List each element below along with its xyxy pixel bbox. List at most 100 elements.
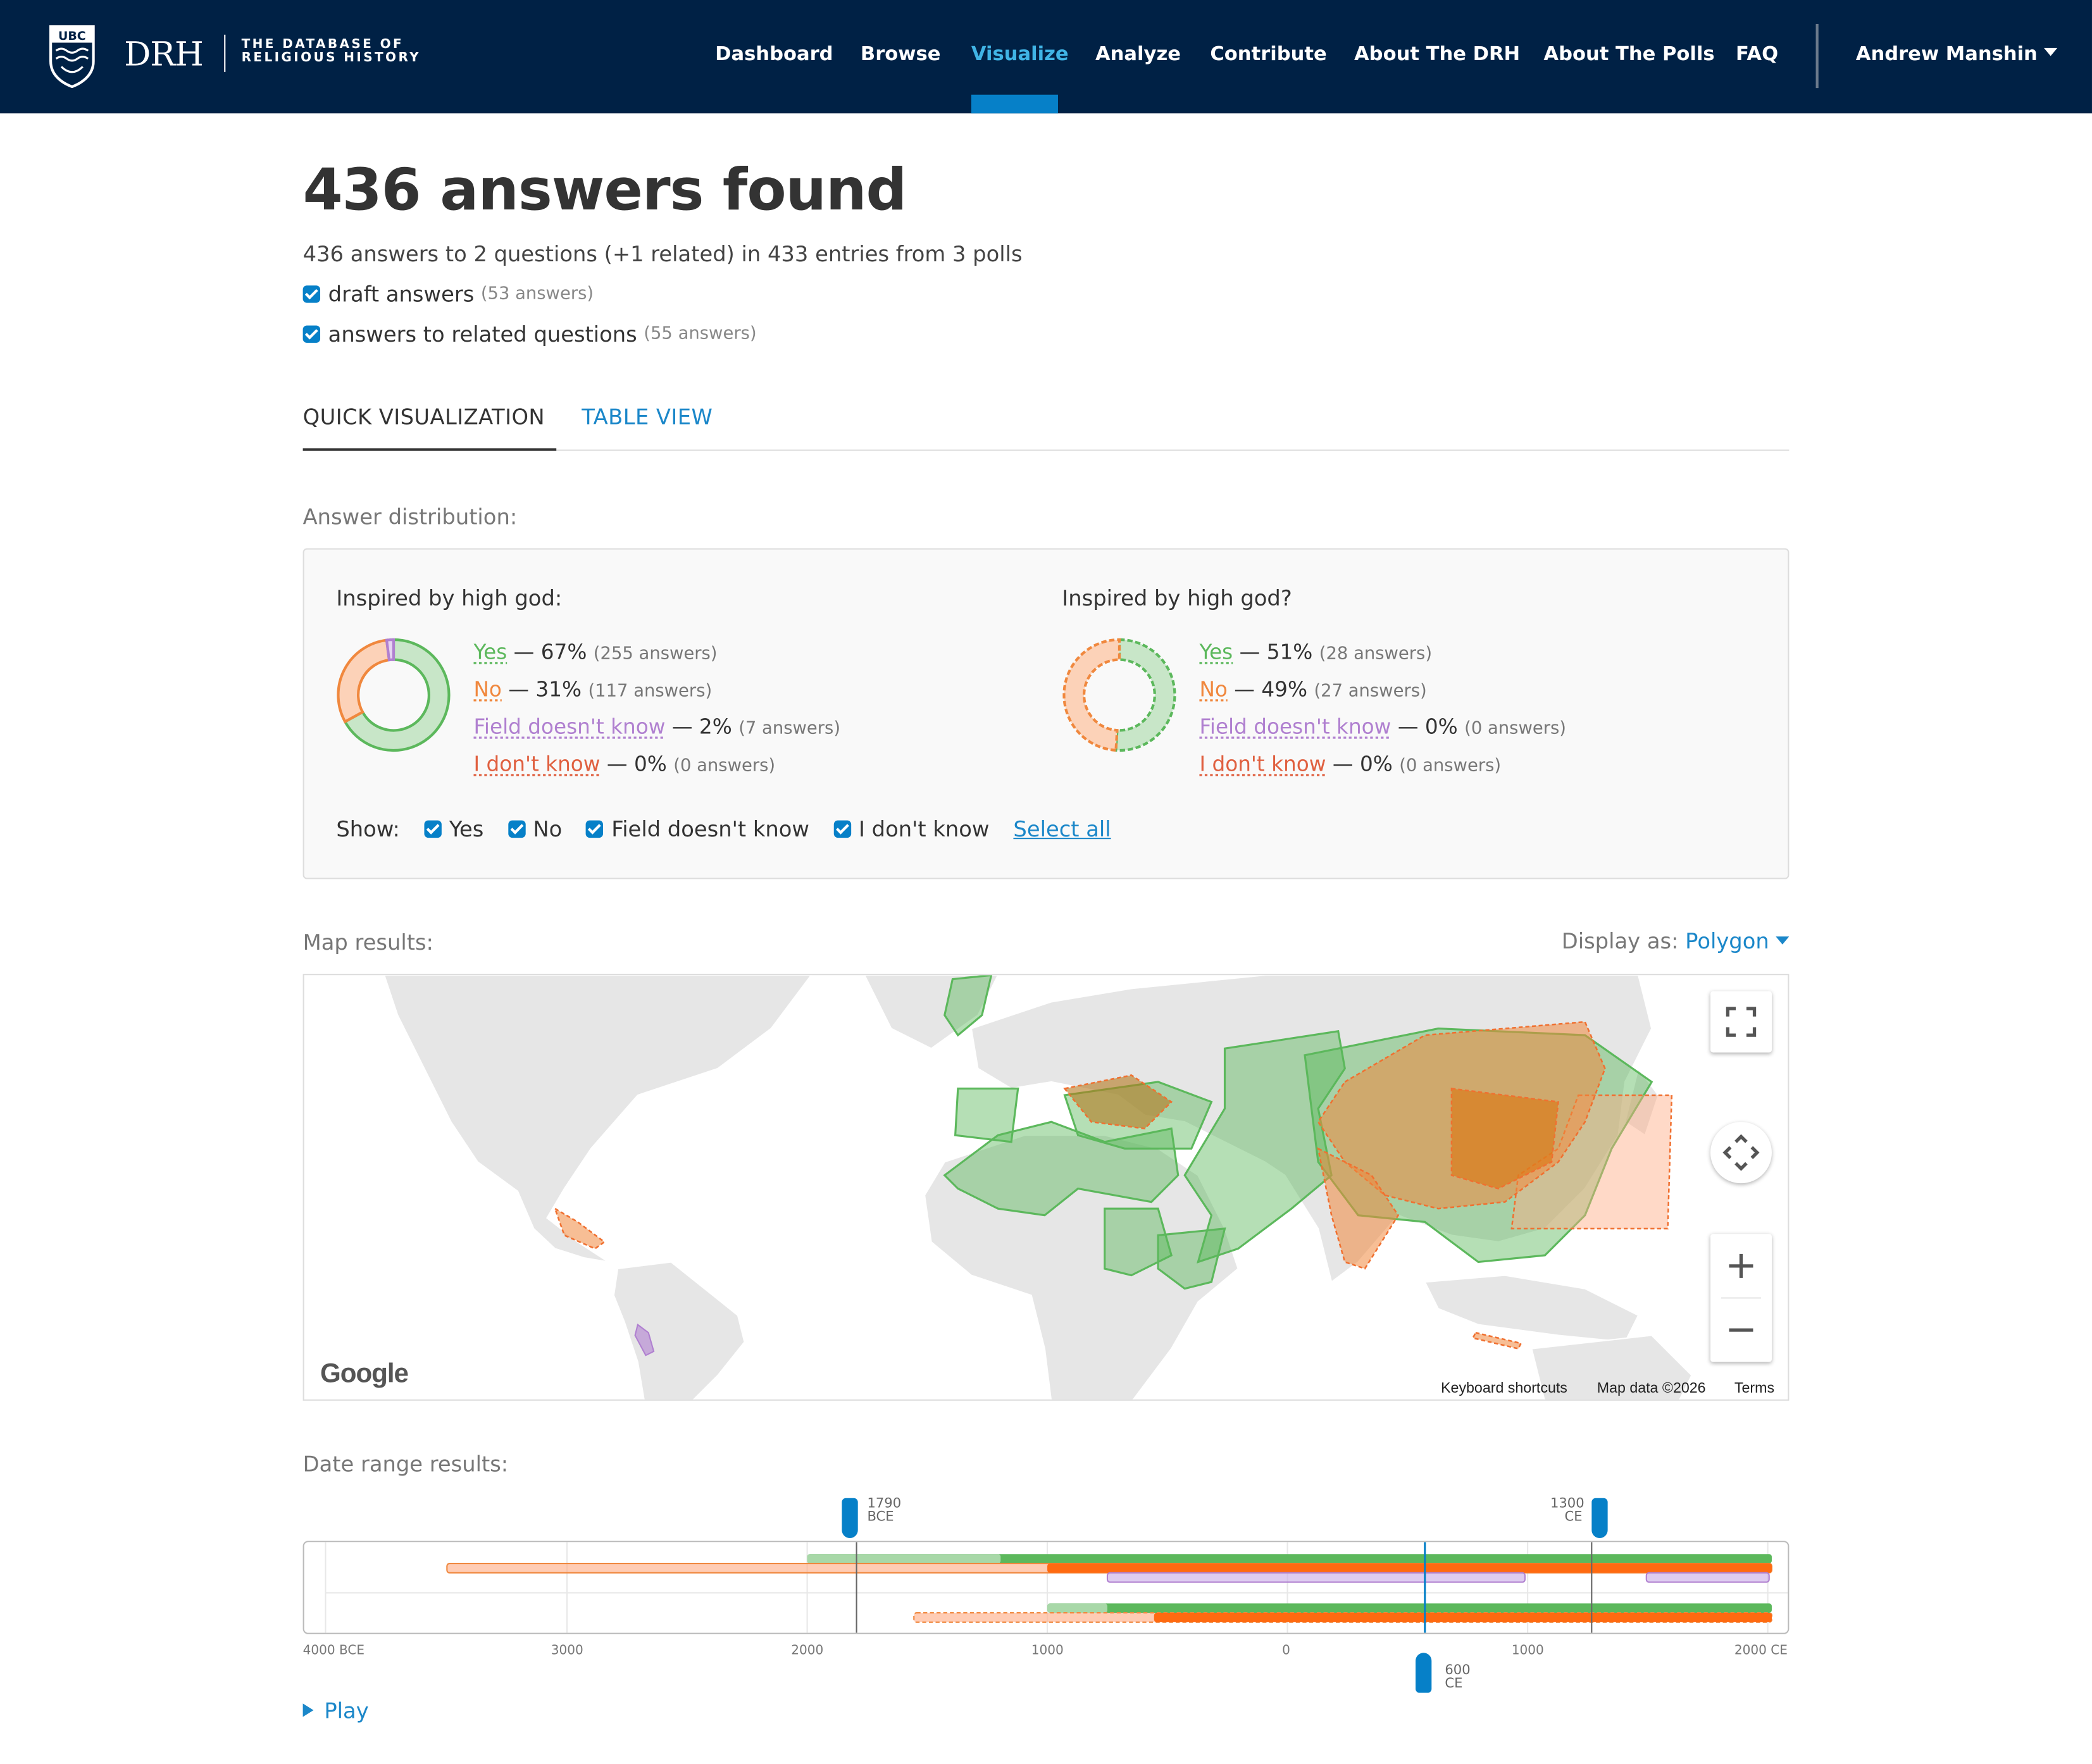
legend-item-no: No — 49% (27 answers) — [1199, 678, 1426, 702]
ubc-logo-text: UBC — [58, 29, 86, 43]
show-option-yes[interactable]: Yes — [449, 816, 483, 842]
results-summary: 436 answers to 2 questions (+1 related) … — [302, 241, 1023, 267]
filter-label: draft answers — [328, 281, 475, 307]
legend-count: (0 answers) — [1399, 756, 1502, 777]
show-option-no[interactable]: No — [533, 816, 562, 842]
legend-yes-link[interactable]: Yes — [1199, 640, 1233, 664]
legend-pct: — 31% — [508, 678, 582, 702]
tick-0: 0 — [1282, 1643, 1290, 1658]
ubc-crest-icon[interactable]: UBC — [48, 24, 96, 89]
play-label: Play — [324, 1698, 369, 1724]
display-as-value[interactable]: Polygon — [1685, 928, 1769, 953]
drh-logo[interactable]: DRH — [124, 35, 204, 73]
timeline-bar-yes-2 — [1047, 1603, 1772, 1613]
legend-pct: — 0% — [1397, 715, 1458, 740]
logo-subtitle-line2: RELIGIOUS HISTORY — [241, 51, 421, 66]
legend-no-link[interactable]: No — [1199, 678, 1227, 702]
nav-about-polls[interactable]: About The Polls — [1543, 44, 1714, 66]
filter-count: (55 answers) — [644, 324, 757, 344]
legend-count: (28 answers) — [1319, 644, 1433, 664]
legend-item-field-doesnt-know: Field doesn't know — 0% (0 answers) — [1199, 715, 1566, 739]
legend-count: (0 answers) — [673, 756, 776, 777]
tab-table-view[interactable]: TABLE VIEW — [582, 404, 713, 430]
show-filters: Show: Yes No Field doesn't know I don't … — [336, 816, 1111, 842]
terms-link[interactable]: Terms — [1734, 1381, 1774, 1396]
checkbox-checked-icon[interactable] — [833, 820, 851, 838]
range-start-handle[interactable] — [842, 1498, 858, 1538]
donut-slice-no — [337, 638, 391, 724]
checkbox-checked-icon[interactable] — [507, 820, 525, 838]
camera-control-button[interactable] — [1710, 1122, 1772, 1184]
date-range-heading: Date range results: — [302, 1451, 509, 1477]
logo-divider — [224, 34, 226, 72]
map-data-attribution[interactable]: Map data ©2026 — [1597, 1381, 1706, 1396]
legend-count: (7 answers) — [738, 719, 841, 740]
legend-field-link[interactable]: Field doesn't know — [473, 715, 665, 739]
legend-no-link[interactable]: No — [473, 678, 501, 702]
user-menu[interactable]: Andrew Manshin — [1856, 44, 2058, 65]
current-year-label: 600 CE — [1445, 1663, 1471, 1691]
legend-field-link[interactable]: Field doesn't know — [1199, 715, 1391, 739]
legend-yes-link[interactable]: Yes — [473, 640, 507, 664]
zoom-controls-icons — [1721, 1253, 1762, 1332]
range-end-label: 1300 CE — [1550, 1496, 1585, 1525]
legend-pct: — 0% — [1332, 752, 1393, 777]
range-end-era: CE — [1564, 1510, 1583, 1525]
display-as-selector[interactable]: Display as: Polygon — [1561, 928, 1790, 954]
map-results[interactable]: Google Keyboard shortcuts Map data ©2026… — [302, 974, 1790, 1401]
tick-1000-ce: 1000 — [1511, 1643, 1544, 1658]
nav-analyze[interactable]: Analyze — [1095, 44, 1181, 66]
legend-count: (0 answers) — [1464, 719, 1566, 740]
play-button[interactable]: Play — [302, 1698, 369, 1724]
checkbox-checked-icon[interactable] — [302, 325, 321, 343]
select-all-link[interactable]: Select all — [1013, 816, 1111, 842]
keyboard-shortcuts-link[interactable]: Keyboard shortcuts — [1441, 1381, 1567, 1396]
nav-about-drh[interactable]: About The DRH — [1354, 44, 1520, 66]
tab-quick-visualization[interactable]: QUICK VISUALIZATION — [303, 404, 545, 430]
range-end-handle[interactable] — [1591, 1498, 1608, 1538]
current-year-handle[interactable] — [1416, 1653, 1432, 1693]
world-map[interactable] — [304, 975, 1790, 1401]
legend-item-field-doesnt-know: Field doesn't know — 2% (7 answers) — [473, 715, 840, 739]
nav-dashboard[interactable]: Dashboard — [715, 44, 833, 66]
legend-pct: — 0% — [606, 752, 667, 777]
show-label: Show: — [336, 816, 400, 842]
legend-count: (117 answers) — [588, 681, 713, 702]
filter-draft-answers[interactable]: draft answers (53 answers) — [302, 281, 594, 307]
nav-visualize[interactable]: Visualize — [971, 44, 1069, 66]
logo-subtitle-line1: THE DATABASE OF — [241, 37, 404, 53]
legend-pct: — 49% — [1234, 678, 1308, 702]
nav-contribute[interactable]: Contribute — [1210, 44, 1326, 66]
timeline-bar-field-1 — [1106, 1572, 1526, 1583]
zoom-controls — [1710, 1234, 1772, 1362]
show-option-i-dont-know[interactable]: I don't know — [859, 816, 989, 842]
date-range-timeline[interactable] — [302, 1541, 1790, 1634]
logo-subtitle: THE DATABASE OF RELIGIOUS HISTORY — [241, 37, 421, 66]
legend-item-i-dont-know: I don't know — 0% (0 answers) — [1199, 752, 1501, 776]
donut-slice-yes — [1114, 638, 1176, 752]
site-header: UBC DRH THE DATABASE OF RELIGIOUS HISTOR… — [0, 0, 2092, 114]
nav-browse[interactable]: Browse — [861, 44, 941, 66]
donut-chart-question-2 — [1062, 638, 1176, 752]
show-option-field-doesnt-know[interactable]: Field doesn't know — [611, 816, 809, 842]
active-tab-underline — [302, 448, 557, 451]
legend-idk-link[interactable]: I don't know — [1199, 752, 1326, 776]
range-end-year: 1300 — [1550, 1496, 1585, 1512]
caret-down-icon — [1776, 936, 1790, 945]
legend-idk-link[interactable]: I don't know — [473, 752, 600, 776]
zoom-in-icon — [1729, 1253, 1753, 1278]
checkbox-checked-icon[interactable] — [586, 820, 604, 838]
legend-pct: — 67% — [513, 640, 587, 664]
page-title: 436 answers found — [302, 157, 907, 225]
checkbox-checked-icon[interactable] — [423, 820, 442, 838]
question-title: Inspired by high god? — [1062, 585, 1292, 611]
filter-related-answers[interactable]: answers to related questions (55 answers… — [302, 321, 757, 347]
tick-2000: 2000 — [791, 1643, 824, 1658]
display-as-label: Display as: — [1561, 928, 1679, 954]
fullscreen-button[interactable] — [1710, 991, 1772, 1053]
donut-slice-field — [385, 638, 395, 662]
nav-faq[interactable]: FAQ — [1736, 44, 1778, 66]
checkbox-checked-icon[interactable] — [302, 285, 321, 303]
legend-item-no: No — 31% (117 answers) — [473, 678, 712, 702]
current-year: 600 — [1445, 1663, 1471, 1679]
